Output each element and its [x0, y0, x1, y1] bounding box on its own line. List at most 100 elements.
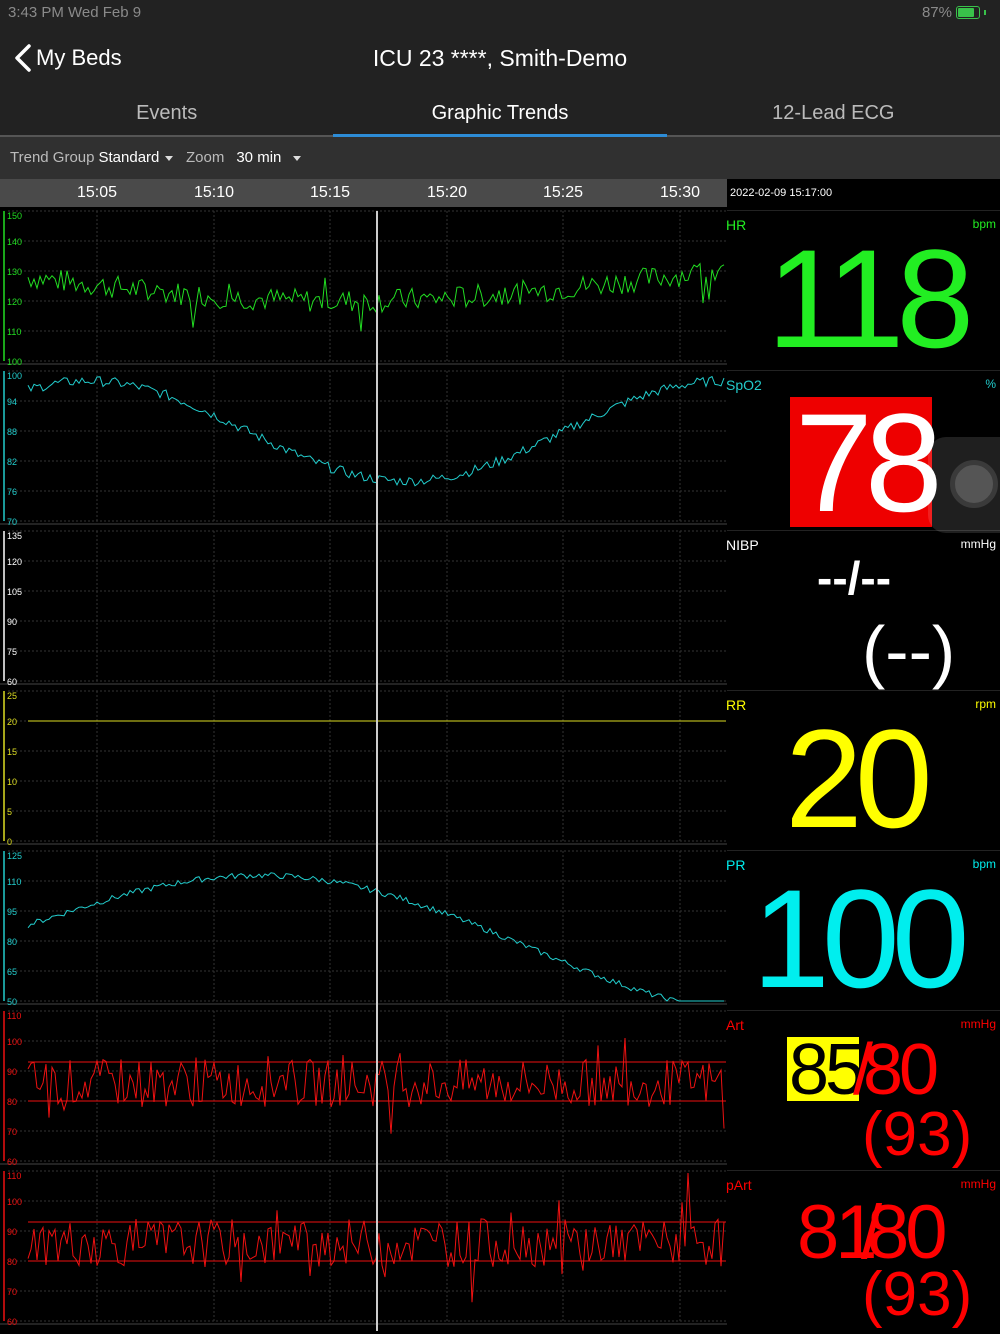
scale-label: 5 — [7, 807, 12, 817]
scale-label: 110 — [7, 1011, 21, 1021]
pr-value: 100 — [752, 860, 970, 1017]
rr-panel[interactable]: RR rpm 20 — [726, 690, 1000, 857]
pr-label: PR — [726, 857, 746, 873]
scale-label: 80 — [7, 1097, 17, 1107]
scale-label: 76 — [7, 487, 17, 497]
scale-label: 80 — [7, 1257, 17, 1267]
scale-label: 135 — [7, 531, 22, 541]
scale-label: 94 — [7, 397, 17, 407]
scale-label: 70 — [7, 1287, 17, 1297]
scale-label: 90 — [7, 1067, 17, 1077]
part-label: pArt — [726, 1177, 752, 1193]
scale-label: 100 — [7, 1197, 22, 1207]
scale-label: 90 — [7, 617, 17, 627]
status-time: 3:43 PM Wed Feb 9 — [8, 4, 142, 21]
scale-label: 88 — [7, 427, 17, 437]
zoom-value: 30 min — [236, 149, 282, 166]
hr-label: HR — [726, 217, 747, 233]
zoom-dropdown[interactable]: Zoom 30 min — [186, 149, 302, 166]
time-tick: 15:05 — [76, 184, 118, 201]
trend-graphs[interactable]: 1501401301201101001009488827670135120105… — [0, 207, 727, 1334]
scale-label: 130 — [7, 267, 22, 277]
scale-label: 20 — [7, 717, 17, 727]
time-tick: 15:30 — [659, 184, 701, 201]
scale-label: 110 — [7, 327, 21, 337]
scale-label: 110 — [7, 877, 21, 887]
rr-label: RR — [726, 697, 747, 713]
scale-label: 82 — [7, 457, 17, 467]
scale-label: 70 — [7, 517, 17, 527]
trend-group-label: Trend Group — [10, 149, 95, 166]
scale-label: 100 — [7, 1037, 22, 1047]
scale-label: 110 — [7, 1171, 21, 1181]
time-cursor[interactable] — [376, 211, 378, 1331]
nibp-mean: (--) — [862, 612, 956, 690]
trend-group-dropdown[interactable]: Trend Group Standard — [10, 149, 174, 166]
time-axis[interactable]: 15:05 15:10 15:15 15:20 15:25 15:30 — [0, 179, 727, 207]
scale-label: 90 — [7, 1227, 17, 1237]
scale-label: 120 — [7, 297, 22, 307]
spo2-value: 78 — [795, 384, 943, 541]
scale-label: 140 — [7, 237, 22, 247]
time-tick: 15:15 — [309, 184, 351, 201]
scale-label: 60 — [7, 1157, 17, 1167]
battery-icon — [956, 6, 980, 19]
time-tick: 15:20 — [426, 184, 468, 201]
tab-graphic-trends[interactable]: Graphic Trends — [333, 92, 667, 137]
hr-panel[interactable]: HR bpm 118 — [726, 210, 1000, 377]
nibp-unit: mmHg — [960, 537, 996, 551]
zoom-label: Zoom — [186, 149, 225, 166]
tab-12-lead-ecg[interactable]: 12-Lead ECG — [667, 92, 1000, 135]
scale-label: 100 — [7, 371, 22, 381]
scale-label: 60 — [7, 677, 17, 687]
hr-unit: bpm — [972, 217, 996, 231]
hr-value: 118 — [767, 220, 974, 377]
battery-indicator: 87% — [922, 4, 986, 21]
tab-bar: Events Graphic Trends 12-Lead ECG — [0, 92, 1000, 137]
scale-label: 150 — [7, 211, 22, 221]
status-bar: 3:43 PM Wed Feb 9 87% — [0, 0, 1000, 26]
trend-toolbar: Trend Group Standard Zoom 30 min — [0, 137, 1000, 179]
art-unit: mmHg — [960, 1017, 996, 1031]
assistive-touch-icon — [950, 460, 998, 508]
part-panel[interactable]: pArt mmHg 81 / 80 (93) — [726, 1170, 1000, 1330]
scale-label: 80 — [7, 937, 17, 947]
time-tick: 15:10 — [193, 184, 235, 201]
pr-unit: bpm — [972, 857, 996, 871]
nibp-panel[interactable]: NIBP mmHg --/-- (--) — [726, 530, 1000, 690]
spo2-unit: % — [985, 377, 996, 391]
nav-bar: My Beds ICU 23 ****, Smith-Demo — [0, 26, 1000, 92]
scale-label: 50 — [7, 997, 17, 1007]
rr-unit: rpm — [975, 697, 996, 711]
time-tick: 15:25 — [542, 184, 584, 201]
scale-label: 120 — [7, 557, 22, 567]
scale-label: 70 — [7, 1127, 17, 1137]
rr-value: 20 — [785, 700, 933, 857]
pr-panel[interactable]: PR bpm 100 — [726, 850, 1000, 1017]
art-systolic: 85 — [789, 1030, 865, 1110]
chevron-down-icon — [293, 155, 302, 161]
scale-label: 75 — [7, 647, 17, 657]
scale-label: 15 — [7, 747, 17, 757]
scale-label: 125 — [7, 851, 22, 861]
art-mean: (93) — [862, 1100, 973, 1169]
scale-label: 10 — [7, 777, 17, 787]
art-label: Art — [726, 1017, 744, 1033]
nibp-value: --/-- — [817, 552, 892, 604]
scale-label: 105 — [7, 587, 22, 597]
scale-label: 100 — [7, 357, 22, 367]
page-title: ICU 23 ****, Smith-Demo — [372, 45, 628, 71]
nibp-label: NIBP — [726, 537, 759, 553]
part-unit: mmHg — [960, 1177, 996, 1191]
cursor-timestamp: 2022-02-09 15:17:00 — [727, 179, 1000, 207]
part-mean: (93) — [862, 1260, 973, 1329]
battery-percent: 87% — [921, 4, 952, 21]
scale-label: 65 — [7, 967, 17, 977]
tab-events[interactable]: Events — [0, 92, 333, 135]
scale-label: 95 — [7, 907, 17, 917]
assistive-touch-button[interactable] — [928, 437, 1000, 533]
chevron-down-icon — [165, 155, 174, 161]
scale-label: 0 — [7, 837, 12, 847]
art-panel[interactable]: Art mmHg 85 / 80 (93) — [726, 1010, 1000, 1170]
scale-label: 25 — [7, 691, 17, 701]
